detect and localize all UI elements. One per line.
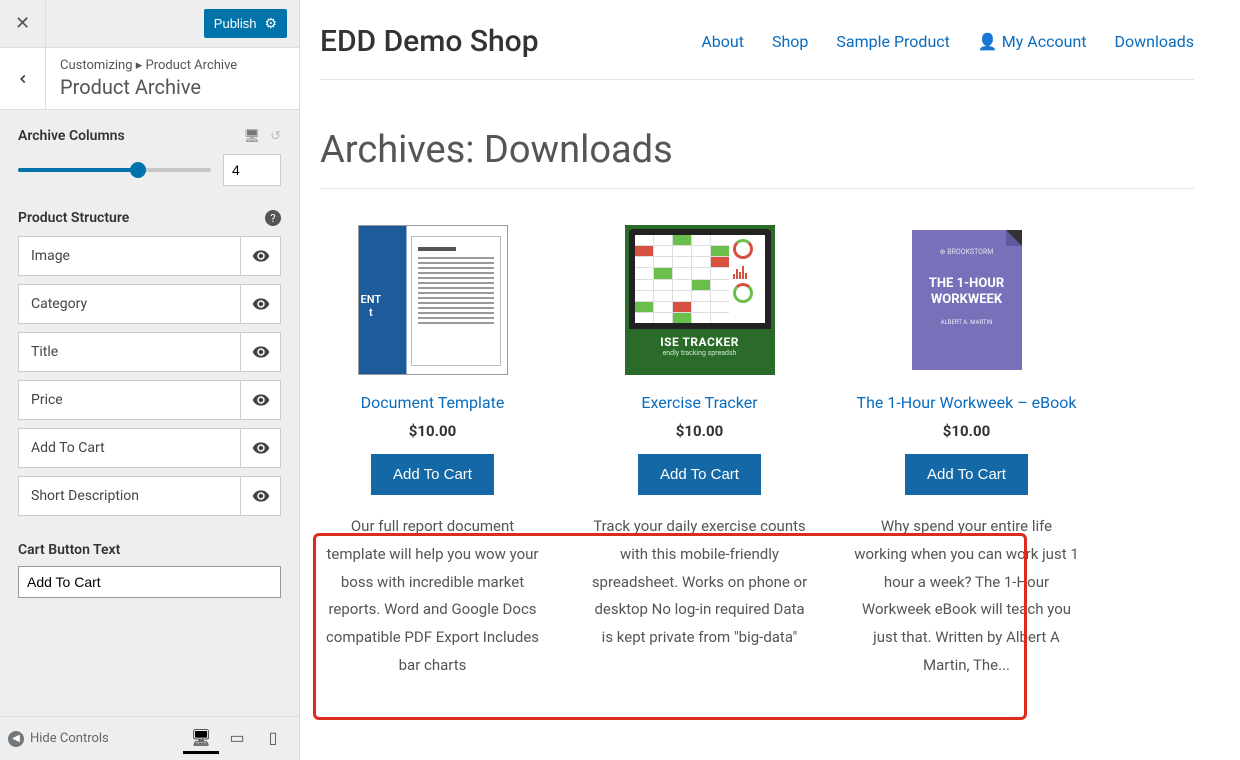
publish-button-label: Publish — [214, 16, 257, 31]
collapse-icon: ◀ — [8, 731, 24, 747]
product-structure-item-label: Add To Cart — [19, 440, 240, 456]
product-thumbnail[interactable]: ⊕ BROOKSTORM THE 1-HOUR WORKWEEK ALBERT … — [892, 225, 1042, 375]
product-thumbnail[interactable]: ISE TRACKER endly tracking spreadsh — [625, 225, 775, 375]
visibility-toggle-icon[interactable] — [240, 333, 280, 371]
product-description: Why spend your entire life working when … — [854, 513, 1079, 680]
gear-icon: ⚙ — [264, 15, 277, 32]
user-icon: 👤 — [978, 32, 998, 51]
archive-columns-label-row: Archive Columns 🖥 ↺ — [18, 128, 281, 144]
add-to-cart-button[interactable]: Add To Cart — [371, 454, 494, 495]
product-price: $10.00 — [854, 422, 1079, 440]
product-thumbnail[interactable]: ENTt — [358, 225, 508, 375]
product-structure-item-label: Image — [19, 248, 240, 264]
desktop-device-icon[interactable]: 🖥 — [183, 724, 219, 754]
sidebar-header: Customizing ▸ Product Archive Product Ar… — [0, 48, 299, 110]
visibility-toggle-icon[interactable] — [240, 237, 280, 275]
product-structure-item[interactable]: Image — [18, 236, 281, 276]
add-to-cart-button[interactable]: Add To Cart — [905, 454, 1028, 495]
customizer-sidebar: ✕ Publish ⚙ Customizing ▸ Product Archiv… — [0, 0, 300, 760]
control-icons: 🖥 ↺ — [244, 129, 281, 144]
product-structure-item-label: Title — [19, 344, 240, 360]
product-description: Our full report document template will h… — [320, 513, 545, 680]
columns-slider[interactable] — [18, 162, 211, 178]
visibility-toggle-icon[interactable] — [240, 429, 280, 467]
site-header: EDD Demo Shop About Shop Sample Product … — [320, 16, 1194, 80]
cart-button-text-label: Cart Button Text — [18, 542, 281, 558]
site-title: EDD Demo Shop — [320, 24, 539, 59]
sidebar-top-bar: ✕ Publish ⚙ — [0, 0, 299, 48]
add-to-cart-button[interactable]: Add To Cart — [638, 454, 761, 495]
visibility-toggle-icon[interactable] — [240, 477, 280, 515]
product-structure-item[interactable]: Category — [18, 284, 281, 324]
close-customizer-button[interactable]: ✕ — [0, 0, 46, 47]
product-title-link[interactable]: Exercise Tracker — [587, 393, 812, 412]
reset-icon[interactable]: ↺ — [270, 129, 281, 144]
product-structure-item-label: Short Description — [19, 488, 240, 504]
columns-input[interactable] — [223, 154, 281, 186]
sidebar-body: Archive Columns 🖥 ↺ Product Structure ? … — [0, 110, 299, 716]
product-price: $10.00 — [587, 422, 812, 440]
sidebar-footer: ◀ Hide Controls 🖥 ▭ ▯ — [0, 716, 299, 760]
visibility-toggle-icon[interactable] — [240, 381, 280, 419]
mobile-device-icon[interactable]: ▯ — [255, 724, 291, 754]
product-structure-item[interactable]: Add To Cart — [18, 428, 281, 468]
back-button[interactable] — [0, 48, 46, 109]
product-structure-item[interactable]: Price — [18, 380, 281, 420]
publish-button[interactable]: Publish ⚙ — [204, 9, 287, 38]
nav-sample-product[interactable]: Sample Product — [836, 32, 950, 51]
nav-my-account[interactable]: 👤My Account — [978, 32, 1087, 51]
visibility-toggle-icon[interactable] — [240, 285, 280, 323]
responsive-icon[interactable]: 🖥 — [244, 129, 261, 144]
nav-my-account-label: My Account — [1002, 32, 1087, 51]
hide-controls-button[interactable]: ◀ Hide Controls — [8, 731, 183, 747]
product-price: $10.00 — [320, 422, 545, 440]
product-title-link[interactable]: Document Template — [320, 393, 545, 412]
help-icon[interactable]: ? — [265, 210, 281, 226]
product-card: ENTt Document Template $10.00 Add To Car… — [320, 225, 545, 680]
cart-button-text-input[interactable] — [18, 566, 281, 598]
breadcrumb: Customizing ▸ Product Archive — [60, 58, 237, 73]
hide-controls-label: Hide Controls — [30, 731, 109, 746]
archive-columns-label: Archive Columns — [18, 128, 125, 144]
product-description: Track your daily exercise counts with th… — [587, 513, 812, 652]
primary-nav: About Shop Sample Product 👤My Account Do… — [701, 32, 1194, 51]
product-structure-label: Product Structure — [18, 210, 129, 226]
section-title: Product Archive — [60, 75, 237, 99]
product-structure-item[interactable]: Title — [18, 332, 281, 372]
product-card: ISE TRACKER endly tracking spreadsh Exer… — [587, 225, 812, 680]
archive-title: Archives: Downloads — [320, 128, 1194, 189]
product-structure-item[interactable]: Short Description — [18, 476, 281, 516]
product-card: ⊕ BROOKSTORM THE 1-HOUR WORKWEEK ALBERT … — [854, 225, 1079, 680]
archive-columns-control — [18, 154, 281, 186]
tablet-device-icon[interactable]: ▭ — [219, 724, 255, 754]
product-structure-item-label: Category — [19, 296, 240, 312]
header-text: Customizing ▸ Product Archive Product Ar… — [46, 48, 251, 109]
nav-downloads[interactable]: Downloads — [1115, 32, 1194, 51]
nav-shop[interactable]: Shop — [772, 32, 808, 51]
cart-button-text-section: Cart Button Text — [18, 542, 281, 598]
nav-about[interactable]: About — [701, 32, 744, 51]
product-title-link[interactable]: The 1-Hour Workweek – eBook — [854, 393, 1079, 412]
product-structure-heading: Product Structure ? — [18, 210, 281, 226]
device-preview-toggle: 🖥 ▭ ▯ — [183, 724, 291, 754]
product-structure-item-label: Price — [19, 392, 240, 408]
preview-pane[interactable]: EDD Demo Shop About Shop Sample Product … — [300, 0, 1240, 760]
